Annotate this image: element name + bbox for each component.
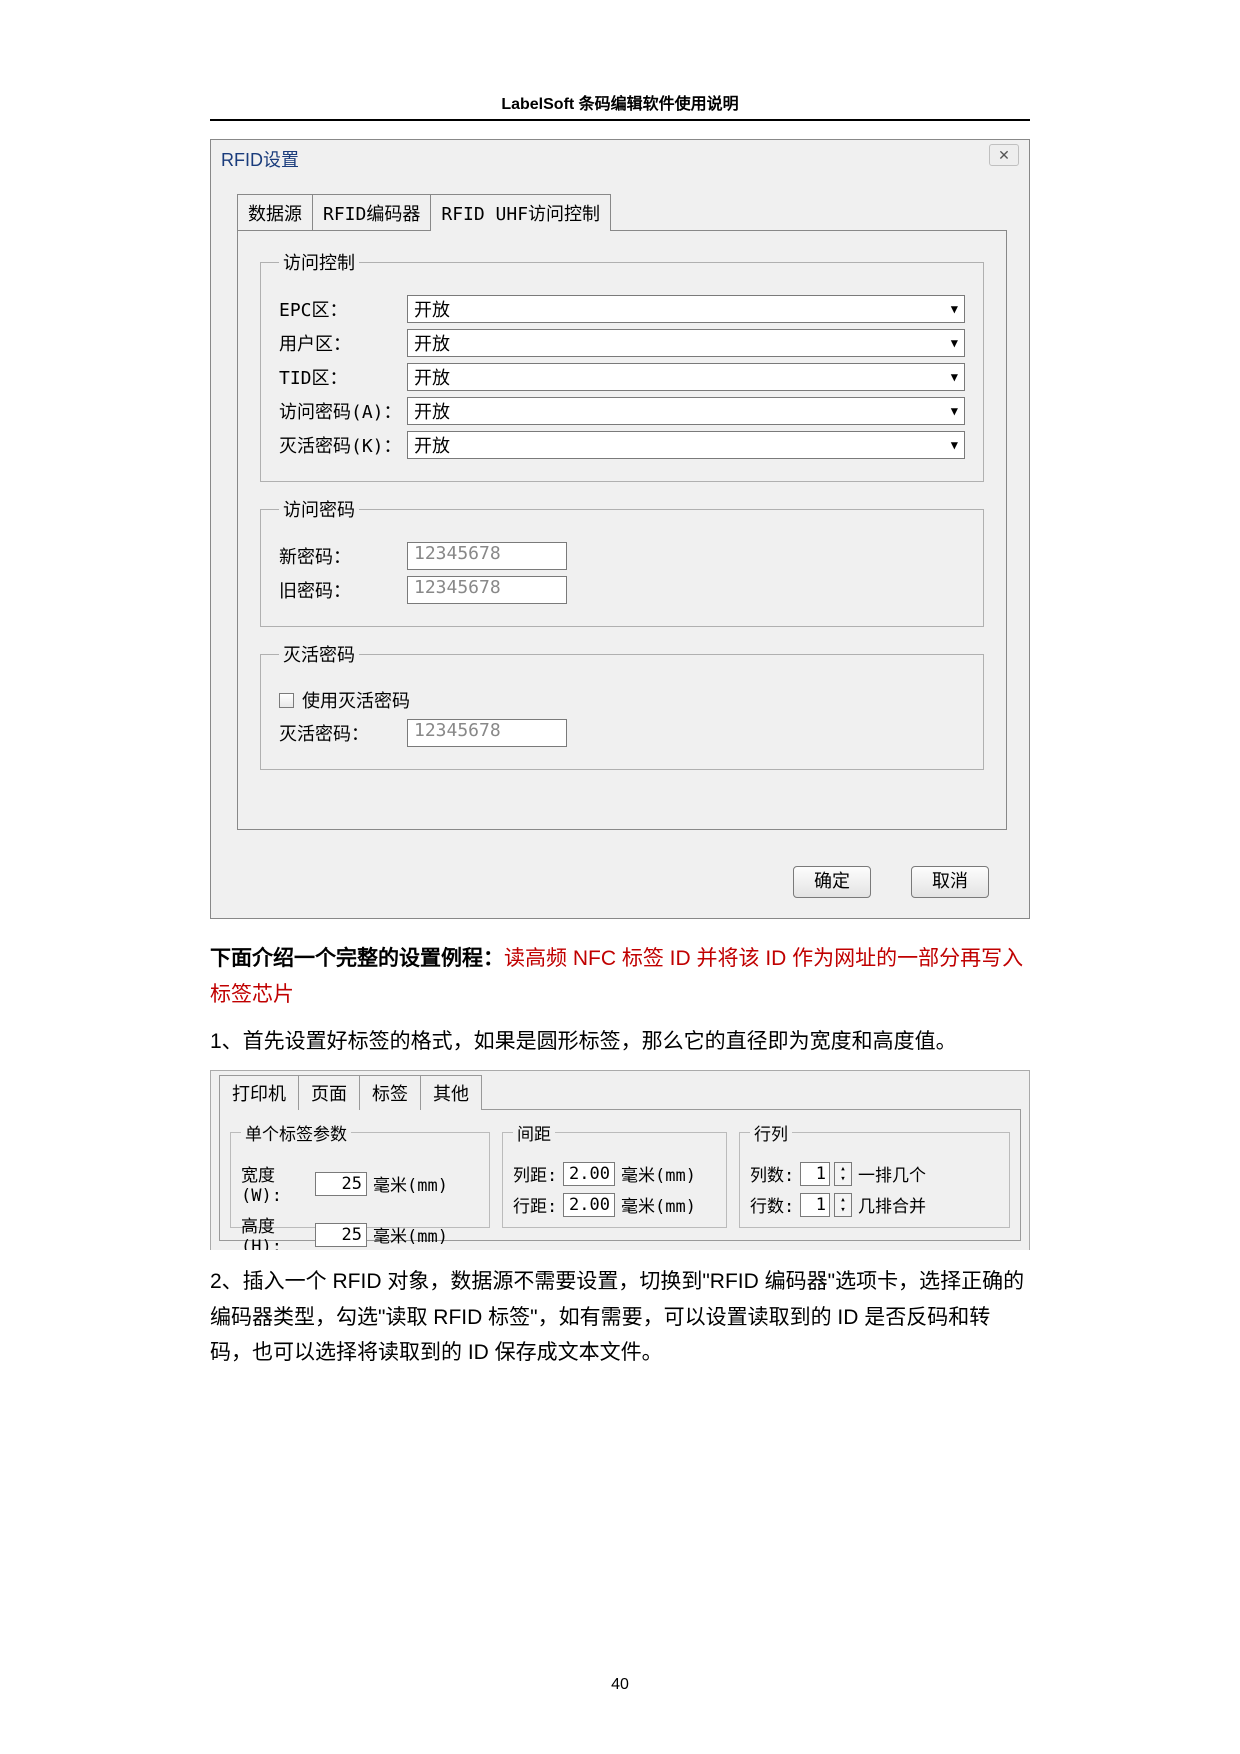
label-settings-panel: 打印机 页面 标签 其他 单个标签参数 宽度(W): 25 毫米(mm) 高度(… <box>210 1070 1030 1250</box>
cols-input[interactable]: 1 <box>800 1162 830 1186</box>
kill-pwd-label: 灭活密码： <box>279 720 407 746</box>
chevron-down-icon: ▼ <box>951 336 958 350</box>
kill-pwd-input[interactable]: 12345678 <box>407 719 567 747</box>
row-gap-label: 行距: <box>513 1192 559 1217</box>
page-number: 40 <box>0 1676 1240 1694</box>
intro-text: 下面介绍一个完整的设置例程：读高频 NFC 标签 ID 并将该 ID 作为网址的… <box>210 941 1030 1012</box>
epc-label: EPC区： <box>279 296 407 322</box>
kill-pwd-k-dropdown[interactable]: 开放 ▼ <box>407 431 965 459</box>
user-value: 开放 <box>414 330 450 356</box>
col-gap-unit: 毫米(mm) <box>621 1161 696 1186</box>
tab-rfid-encoder[interactable]: RFID编码器 <box>312 194 431 231</box>
height-label: 高度(H): <box>241 1212 311 1250</box>
epc-value: 开放 <box>414 296 450 322</box>
access-control-legend: 访问控制 <box>279 249 359 275</box>
rows-label: 行数: <box>750 1192 796 1217</box>
user-label: 用户区： <box>279 330 407 356</box>
cols-suffix: 一排几个 <box>858 1161 926 1186</box>
tid-value: 开放 <box>414 364 450 390</box>
row-gap-input[interactable]: 2.00 <box>563 1193 615 1217</box>
rfid-settings-dialog: RFID设置 ✕ 数据源 RFID编码器 RFID UHF访问控制 访问控制 E… <box>210 139 1030 919</box>
rows-cols-legend: 行列 <box>750 1120 792 1145</box>
width-input[interactable]: 25 <box>315 1172 367 1196</box>
single-label-params-legend: 单个标签参数 <box>241 1120 351 1145</box>
col-gap-input[interactable]: 2.00 <box>563 1162 615 1186</box>
kill-password-group: 灭活密码 使用灭活密码 灭活密码： 12345678 <box>260 641 984 770</box>
epc-dropdown[interactable]: 开放 ▼ <box>407 295 965 323</box>
tab-other[interactable]: 其他 <box>420 1075 482 1110</box>
spacing-legend: 间距 <box>513 1120 555 1145</box>
step1-text: 1、首先设置好标签的格式，如果是圆形标签，那么它的直径即为宽度和高度值。 <box>210 1024 1030 1060</box>
chevron-down-icon: ▾ <box>840 1205 845 1215</box>
row-gap-unit: 毫米(mm) <box>621 1192 696 1217</box>
cols-label: 列数: <box>750 1161 796 1186</box>
old-pwd-input[interactable]: 12345678 <box>407 576 567 604</box>
use-kill-pwd-checkbox[interactable] <box>279 693 294 708</box>
tabstrip: 数据源 RFID编码器 RFID UHF访问控制 <box>237 194 1029 231</box>
tid-label: TID区： <box>279 364 407 390</box>
use-kill-pwd-label: 使用灭活密码 <box>302 687 410 713</box>
tab-printer[interactable]: 打印机 <box>219 1075 299 1110</box>
chevron-up-icon: ▴ <box>840 1164 845 1174</box>
col-gap-label: 列距: <box>513 1161 559 1186</box>
access-pwd-a-value: 开放 <box>414 398 450 424</box>
access-control-group: 访问控制 EPC区： 开放 ▼ 用户区： 开放 ▼ <box>260 249 984 482</box>
chevron-up-icon: ▴ <box>840 1195 845 1205</box>
single-label-params-group: 单个标签参数 宽度(W): 25 毫米(mm) 高度(H): 25 毫米(mm) <box>230 1120 490 1228</box>
kill-pwd-k-label: 灭活密码(K)： <box>279 432 407 458</box>
ok-button[interactable]: 确定 <box>793 866 871 898</box>
tab-datasource[interactable]: 数据源 <box>237 194 313 231</box>
rows-spinner[interactable]: ▴▾ <box>834 1193 852 1217</box>
intro-bold: 下面介绍一个完整的设置例程： <box>210 947 504 970</box>
kill-pwd-k-value: 开放 <box>414 432 450 458</box>
old-pwd-label: 旧密码： <box>279 577 407 603</box>
cancel-button[interactable]: 取消 <box>911 866 989 898</box>
chevron-down-icon: ▼ <box>951 438 958 452</box>
dialog-title: RFID设置 <box>211 140 1029 176</box>
kill-password-legend: 灭活密码 <box>279 641 359 667</box>
width-unit: 毫米(mm) <box>373 1171 448 1196</box>
access-pwd-a-label: 访问密码(A)： <box>279 398 407 424</box>
height-input[interactable]: 25 <box>315 1223 367 1247</box>
height-unit: 毫米(mm) <box>373 1222 448 1247</box>
tab-panel: 访问控制 EPC区： 开放 ▼ 用户区： 开放 ▼ <box>237 230 1007 830</box>
tabstrip2: 打印机 页面 标签 其他 <box>211 1071 1029 1110</box>
close-icon[interactable]: ✕ <box>989 144 1019 166</box>
tab-label[interactable]: 标签 <box>359 1075 421 1110</box>
rows-suffix: 几排合并 <box>858 1192 926 1217</box>
spacing-group: 间距 列距: 2.00 毫米(mm) 行距: 2.00 毫米(mm) <box>502 1120 727 1228</box>
chevron-down-icon: ▼ <box>951 302 958 316</box>
tid-dropdown[interactable]: 开放 ▼ <box>407 363 965 391</box>
access-password-legend: 访问密码 <box>279 496 359 522</box>
tab-rfid-uhf-access[interactable]: RFID UHF访问控制 <box>430 194 611 231</box>
chevron-down-icon: ▾ <box>840 1174 845 1184</box>
step2-text: 2、插入一个 RFID 对象，数据源不需要设置，切换到"RFID 编码器"选项卡… <box>210 1264 1030 1371</box>
new-pwd-label: 新密码： <box>279 543 407 569</box>
doc-header: LabelSoft 条码编辑软件使用说明 <box>210 90 1030 121</box>
tab-page[interactable]: 页面 <box>298 1075 360 1110</box>
access-pwd-a-dropdown[interactable]: 开放 ▼ <box>407 397 965 425</box>
user-dropdown[interactable]: 开放 ▼ <box>407 329 965 357</box>
chevron-down-icon: ▼ <box>951 370 958 384</box>
chevron-down-icon: ▼ <box>951 404 958 418</box>
width-label: 宽度(W): <box>241 1161 311 1206</box>
cols-spinner[interactable]: ▴▾ <box>834 1162 852 1186</box>
new-pwd-input[interactable]: 12345678 <box>407 542 567 570</box>
access-password-group: 访问密码 新密码： 12345678 旧密码： 12345678 <box>260 496 984 627</box>
rows-cols-group: 行列 列数: 1 ▴▾ 一排几个 行数: 1 ▴▾ 几排合并 <box>739 1120 1010 1228</box>
rows-input[interactable]: 1 <box>800 1193 830 1217</box>
